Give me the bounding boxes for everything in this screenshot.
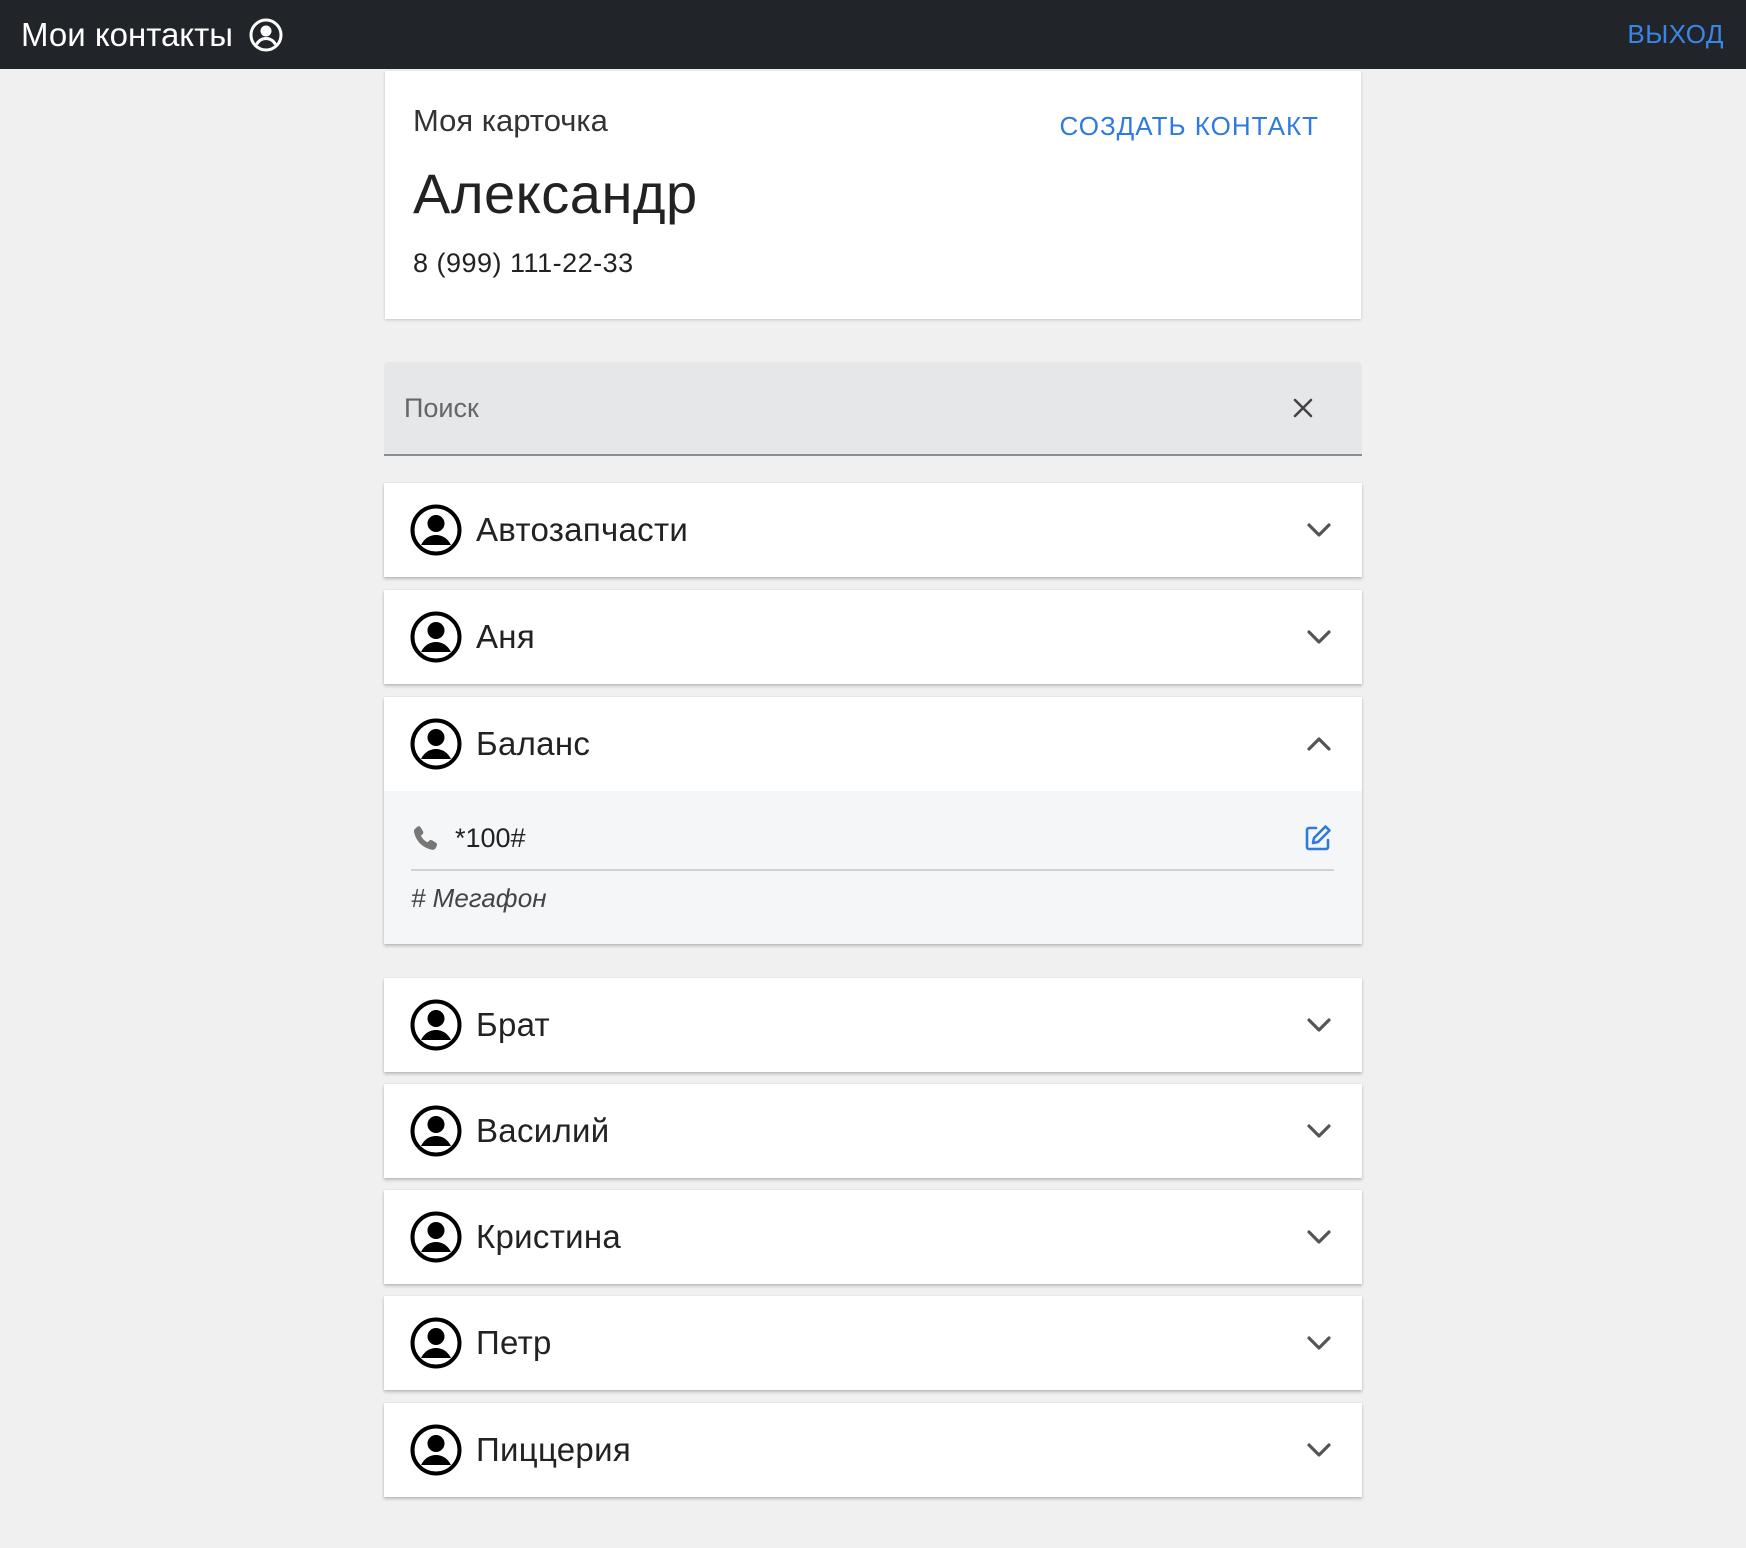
my-card: Моя карточка Александр 8 (999) 111-22-33…: [385, 71, 1361, 319]
contact-header[interactable]: Автозапчасти: [384, 483, 1362, 577]
contact-item[interactable]: Кристина: [384, 1190, 1362, 1284]
contact-header[interactable]: Аня: [384, 590, 1362, 684]
top-bar: Мои контакты выход: [0, 0, 1746, 69]
contact-item[interactable]: Брат: [384, 978, 1362, 1072]
contact-item[interactable]: Аня: [384, 590, 1362, 684]
chevron-up-icon[interactable]: [1302, 727, 1336, 761]
phone-icon: [413, 826, 438, 850]
contact-item[interactable]: Василий: [384, 1084, 1362, 1178]
user-circle-icon: [410, 718, 462, 770]
contact-item[interactable]: Петр: [384, 1296, 1362, 1390]
contact-item[interactable]: Автозапчасти: [384, 483, 1362, 577]
chevron-down-icon[interactable]: [1302, 1326, 1336, 1360]
app-brand: Мои контакты: [21, 16, 283, 54]
chevron-down-icon[interactable]: [1302, 1114, 1336, 1148]
contact-header[interactable]: Баланс: [384, 697, 1362, 791]
contact-header[interactable]: Кристина: [384, 1190, 1362, 1284]
contact-name: Кристина: [476, 1218, 622, 1255]
edit-icon[interactable]: [1302, 822, 1334, 854]
contact-name: Аня: [476, 618, 536, 655]
app-title: Мои контакты: [21, 15, 233, 53]
contact-item[interactable]: Пиццерия: [384, 1403, 1362, 1497]
user-circle-icon: [410, 999, 462, 1051]
my-card-phone: 8 (999) 111-22-33: [413, 248, 634, 278]
contact-name: Брат: [476, 1006, 550, 1043]
create-contact-button[interactable]: создать контакт: [1060, 111, 1319, 142]
contact-header[interactable]: Василий: [384, 1084, 1362, 1178]
chevron-down-icon[interactable]: [1302, 1220, 1336, 1254]
user-circle-icon: [410, 1317, 462, 1369]
chevron-down-icon[interactable]: [1302, 1433, 1336, 1467]
contact-name: Пиццерия: [476, 1431, 631, 1468]
my-card-name: Александр: [413, 162, 698, 225]
contact-header[interactable]: Брат: [384, 978, 1362, 1072]
close-icon[interactable]: [1288, 393, 1318, 423]
contact-name: Василий: [476, 1112, 610, 1149]
search-field: [384, 362, 1362, 456]
user-circle-icon: [410, 611, 462, 663]
logout-button[interactable]: выход: [1627, 19, 1724, 50]
chevron-down-icon[interactable]: [1302, 513, 1336, 547]
chevron-down-icon[interactable]: [1302, 620, 1336, 654]
contact-item[interactable]: Баланс *100# # Мегафон: [384, 697, 1362, 944]
contact-header[interactable]: Пиццерия: [384, 1403, 1362, 1497]
search-input[interactable]: [404, 392, 1288, 424]
user-circle-icon: [410, 1105, 462, 1157]
contact-note: # Мегафон: [411, 883, 547, 913]
phone-row: *100#: [411, 807, 1334, 871]
contact-phone: *100#: [455, 822, 526, 853]
contact-name: Баланс: [476, 725, 591, 762]
contact-name: Петр: [476, 1324, 552, 1361]
contact-header[interactable]: Петр: [384, 1296, 1362, 1390]
contact-details: *100# # Мегафон: [384, 791, 1362, 944]
user-circle-icon: [410, 1424, 462, 1476]
contact-name: Автозапчасти: [476, 511, 689, 548]
user-circle-icon: [410, 1211, 462, 1263]
user-circle-icon: [410, 504, 462, 556]
chevron-down-icon[interactable]: [1302, 1008, 1336, 1042]
user-circle-icon[interactable]: [249, 18, 283, 52]
